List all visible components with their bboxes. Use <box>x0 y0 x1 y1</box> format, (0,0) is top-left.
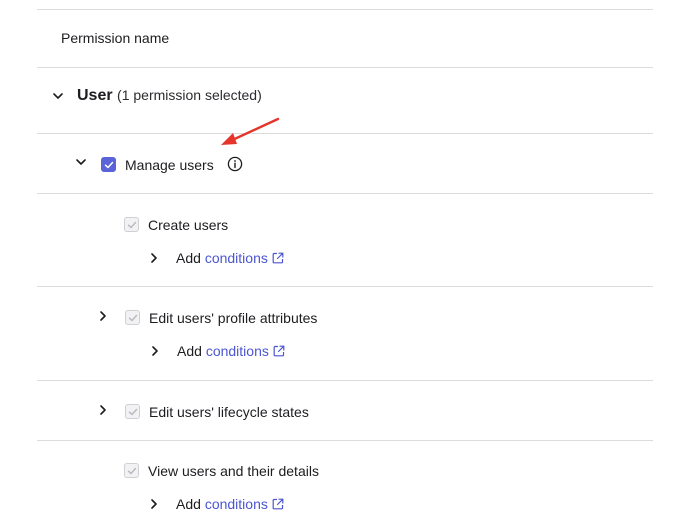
checkmark-icon <box>127 467 137 475</box>
conditions-link[interactable]: conditions <box>205 250 268 266</box>
checkmark-icon <box>104 161 114 169</box>
add-label: Add <box>177 343 202 359</box>
chevron-down-icon[interactable] <box>74 155 88 169</box>
annotation-arrow-icon <box>216 114 284 148</box>
external-link-icon[interactable] <box>272 250 284 268</box>
divider-header <box>37 67 653 68</box>
external-link-icon[interactable] <box>273 343 285 361</box>
checkmark-icon <box>127 221 137 229</box>
conditions-link[interactable]: conditions <box>206 343 269 359</box>
external-link-icon[interactable] <box>272 496 284 514</box>
chevron-right-icon[interactable] <box>148 344 162 358</box>
conditions-link[interactable]: conditions <box>205 496 268 512</box>
chevron-right-icon[interactable] <box>147 497 161 511</box>
chevron-right-icon[interactable] <box>147 251 161 265</box>
group-selection-count: (1 permission selected) <box>117 87 262 103</box>
add-conditions-create-users: Add conditions <box>176 249 284 268</box>
chevron-right-icon[interactable] <box>96 309 110 323</box>
divider-top <box>37 9 653 10</box>
add-conditions-edit-profile: Add conditions <box>177 342 285 361</box>
create-users-checkbox[interactable] <box>124 217 139 232</box>
edit-profile-attributes-checkbox[interactable] <box>125 310 140 325</box>
group-name: User <box>77 87 113 104</box>
add-label: Add <box>176 496 201 512</box>
create-users-label: Create users <box>148 217 229 233</box>
view-users-label: View users and their details <box>148 463 319 479</box>
divider-group <box>37 133 653 134</box>
info-icon[interactable] <box>227 156 243 172</box>
view-users-checkbox[interactable] <box>124 463 139 478</box>
add-label: Add <box>176 250 201 266</box>
divider-manage <box>37 193 653 194</box>
edit-profile-attributes-label: Edit users' profile attributes <box>149 310 318 326</box>
column-header-permission-name: Permission name <box>61 30 170 46</box>
checkmark-icon <box>128 314 138 322</box>
divider-lifecycle <box>37 440 653 441</box>
add-conditions-view-users: Add conditions <box>176 495 284 514</box>
manage-users-label: Manage users <box>125 157 214 173</box>
edit-lifecycle-states-label: Edit users' lifecycle states <box>149 404 309 420</box>
checkmark-icon <box>128 408 138 416</box>
divider-edit-profile <box>37 380 653 381</box>
chevron-down-icon[interactable] <box>51 89 65 103</box>
edit-lifecycle-states-checkbox[interactable] <box>125 404 140 419</box>
group-title: User (1 permission selected) <box>77 87 262 105</box>
manage-users-checkbox[interactable] <box>101 157 116 172</box>
divider-create <box>37 286 653 287</box>
chevron-right-icon[interactable] <box>96 403 110 417</box>
